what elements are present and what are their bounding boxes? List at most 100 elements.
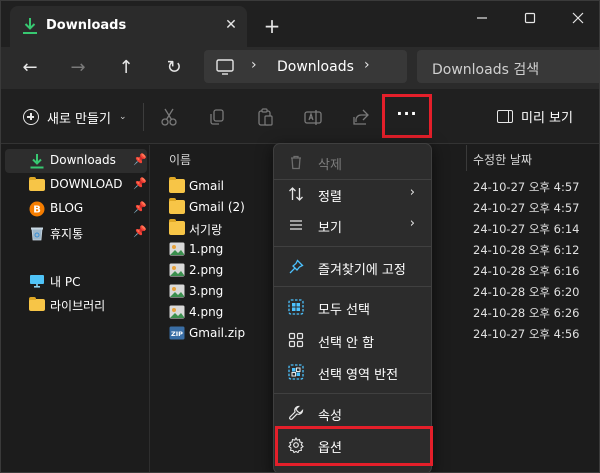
preview-pane-button[interactable]: 미리 보기 [497, 107, 573, 126]
folder-icon [169, 198, 185, 214]
folder-icon [169, 177, 185, 193]
copy-icon[interactable] [207, 107, 227, 127]
see-more-highlight: ··· [382, 94, 432, 138]
file-name: 1.png [189, 242, 224, 256]
close-window-button[interactable] [560, 7, 596, 29]
sidebar-item-blog[interactable]: B BLOG 📌 [5, 197, 147, 221]
file-explorer-window: Downloads ✕ + ← → ↑ ↻ › Downloads › Down… [0, 0, 600, 473]
select-none-icon [288, 332, 304, 348]
menu-item-label: 선택 영역 반전 [318, 368, 399, 383]
search-placeholder: Downloads 검색 [432, 62, 540, 78]
file-name: 서기랑 [189, 223, 223, 237]
rename-icon[interactable] [303, 107, 323, 127]
breadcrumb-separator[interactable]: › [364, 57, 370, 73]
svg-text:B: B [33, 205, 41, 216]
pin-icon: 📌 [133, 177, 147, 190]
zip-file-icon: ZIP [169, 326, 185, 340]
pin-icon [289, 259, 304, 274]
menu-item-properties[interactable]: 속성 [278, 398, 429, 428]
minimize-button[interactable] [464, 7, 500, 29]
new-button-label: 새로 만들기 [47, 111, 111, 127]
refresh-button[interactable]: ↻ [161, 55, 187, 81]
menu-item-label: 즐겨찾기에 고정 [318, 263, 406, 278]
add-icon [23, 109, 39, 125]
menu-item-select-all[interactable]: 모두 선택 [278, 292, 429, 322]
column-header-name[interactable]: 이름 [169, 151, 191, 168]
menu-item-view[interactable]: 보기 › [278, 210, 429, 240]
file-date: 24-10-27 오후 4:57 [473, 180, 580, 194]
image-file-icon [169, 242, 185, 256]
menu-item-delete[interactable]: 삭제 [278, 147, 429, 177]
cut-icon[interactable] [159, 107, 179, 127]
sidebar-item-label: BLOG [50, 201, 84, 215]
sidebar-item-label: Downloads [50, 153, 116, 167]
address-bar[interactable]: › Downloads › [204, 50, 407, 83]
menu-item-label: 삭제 [318, 158, 342, 173]
pin-icon: 📌 [133, 201, 147, 214]
tab-downloads[interactable]: Downloads ✕ [10, 6, 247, 47]
file-name: Gmail.zip [189, 326, 246, 340]
folder-icon [29, 177, 45, 191]
pc-icon [30, 275, 44, 288]
menu-item-label: 모두 선택 [318, 303, 370, 318]
breadcrumb-downloads[interactable]: Downloads [277, 59, 354, 75]
new-button[interactable]: 새로 만들기 ⌄ [23, 106, 126, 128]
up-button[interactable]: ↑ [113, 55, 139, 81]
sidebar-item-download[interactable]: DOWNLOAD 📌 [5, 173, 147, 197]
sort-icon [289, 187, 303, 201]
file-date: 24-10-28 오후 6:16 [473, 264, 580, 278]
chevron-down-icon: ⌄ [118, 112, 127, 122]
paste-icon[interactable] [255, 107, 275, 127]
maximize-button[interactable] [512, 7, 548, 29]
download-icon [23, 18, 37, 34]
file-date: 24-10-28 오후 6:26 [473, 306, 580, 320]
file-name: Gmail (2) [189, 200, 245, 214]
pin-icon: 📌 [133, 225, 147, 238]
file-name: Gmail [189, 179, 225, 193]
download-icon [30, 154, 44, 169]
recycle-bin-icon [31, 227, 43, 241]
navigation-pane: Downloads 📌 DOWNLOAD 📌 B BLOG 📌 휴지통 📌 내 … [1, 145, 150, 472]
menu-divider [274, 393, 431, 394]
menu-divider [274, 286, 431, 287]
wrench-icon [289, 405, 304, 420]
blogger-icon: B [29, 201, 45, 217]
back-button[interactable]: ← [17, 55, 43, 81]
menu-item-invert-selection[interactable]: 선택 영역 반전 [278, 357, 429, 387]
file-date: 24-10-27 오후 4:57 [473, 201, 580, 215]
file-date: 24-10-28 오후 6:20 [473, 285, 580, 299]
new-tab-button[interactable]: + [261, 15, 283, 37]
close-tab-icon[interactable]: ✕ [221, 15, 241, 35]
invert-selection-icon [288, 364, 304, 380]
file-name: 3.png [189, 284, 224, 298]
maximize-icon [524, 12, 536, 24]
image-file-icon [169, 284, 185, 298]
view-icon [290, 220, 302, 230]
forward-button[interactable]: → [65, 55, 91, 81]
search-input[interactable]: Downloads 검색 [417, 50, 599, 83]
sidebar-item-recycle-bin[interactable]: 휴지통 📌 [5, 221, 147, 245]
column-divider[interactable] [466, 145, 467, 171]
column-header-date[interactable]: 수정한 날짜 [473, 151, 532, 168]
file-name: 4.png [189, 305, 224, 319]
menu-item-label: 선택 안 함 [318, 336, 375, 351]
tab-title: Downloads [46, 18, 127, 33]
menu-item-select-none[interactable]: 선택 안 함 [278, 325, 429, 355]
menu-divider [274, 246, 431, 247]
breadcrumb-separator[interactable]: › [251, 57, 257, 73]
sidebar-item-label: 휴지통 [50, 227, 84, 241]
menu-item-sort[interactable]: 정렬 › [278, 179, 429, 209]
see-more-button[interactable]: ··· [393, 105, 421, 127]
image-file-icon [169, 305, 185, 319]
menu-item-pin-quick-access[interactable]: 즐겨찾기에 고정 [278, 252, 429, 282]
sidebar-item-downloads[interactable]: Downloads 📌 [5, 149, 147, 173]
chevron-right-icon: › [409, 216, 415, 231]
minimize-icon [477, 17, 487, 19]
sidebar-item-libraries[interactable]: 라이브러리 [5, 293, 147, 317]
navigation-bar: ← → ↑ ↻ › Downloads › Downloads 검색 [1, 47, 599, 89]
close-icon [572, 12, 584, 24]
share-icon[interactable] [351, 107, 371, 127]
chevron-right-icon: › [409, 185, 415, 200]
sidebar-item-this-pc[interactable]: 내 PC [5, 269, 147, 293]
image-file-icon [169, 263, 185, 277]
